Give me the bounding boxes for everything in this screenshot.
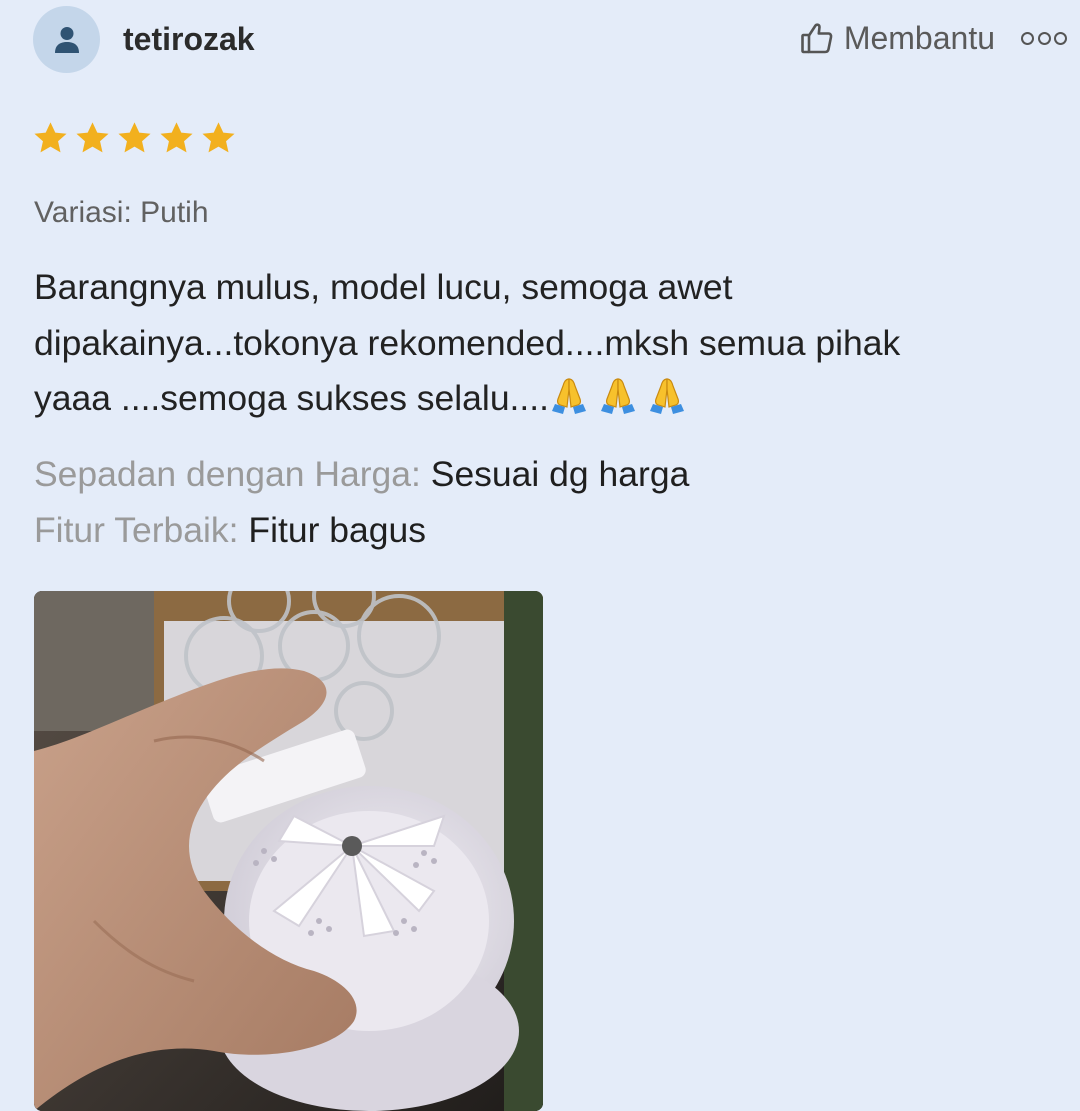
attribute-best-feature: Fitur Terbaik: Fitur bagus <box>34 508 426 552</box>
star-icon <box>34 122 67 153</box>
review-card: tetirozak Membantu Variasi: Putih Barang… <box>0 0 1080 1111</box>
attribute-label: Sepadan dengan Harga: <box>34 454 421 494</box>
thumbs-up-icon <box>800 21 834 55</box>
person-icon <box>54 26 79 53</box>
more-options-icon[interactable] <box>1021 26 1067 50</box>
star-icon <box>118 122 151 153</box>
attribute-value: Sesuai dg harga <box>430 454 690 494</box>
review-photo-illustration <box>34 591 543 1111</box>
review-text-line-3: yaaa ....semoga sukses selalu.... <box>34 371 1044 427</box>
more-dot <box>1054 31 1067 45</box>
variation-label: Variasi: Putih <box>34 196 209 229</box>
star-icon <box>160 122 193 153</box>
helpful-label: Membantu <box>843 20 995 56</box>
review-photo[interactable] <box>34 591 543 1111</box>
more-dot <box>1037 31 1051 45</box>
folded-hands-icon <box>650 378 685 414</box>
helpful-button[interactable]: Membantu <box>800 18 995 58</box>
star-icon <box>76 122 109 153</box>
folded-hands-icon <box>601 378 636 414</box>
review-text-line: Barangnya mulus, model lucu, semoga awet <box>34 267 733 307</box>
avatar[interactable] <box>33 6 100 73</box>
review-text-line: yaaa ....semoga sukses selalu.... <box>34 378 550 418</box>
more-dot <box>1021 31 1034 45</box>
reviewer-name[interactable]: tetirozak <box>123 20 255 58</box>
emoji-group <box>549 378 696 418</box>
review-text: Barangnya mulus, model lucu, semoga awet… <box>34 260 1044 427</box>
attribute-label: Fitur Terbaik: <box>34 510 239 550</box>
attribute-value: Fitur bagus <box>248 510 426 550</box>
attribute-value-for-money: Sepadan dengan Harga: Sesuai dg harga <box>34 452 689 496</box>
review-text-line: dipakainya...tokonya rekomended....mksh … <box>34 322 901 363</box>
folded-hands-icon <box>552 378 587 414</box>
star-icon <box>202 122 235 153</box>
star-rating <box>32 120 242 157</box>
